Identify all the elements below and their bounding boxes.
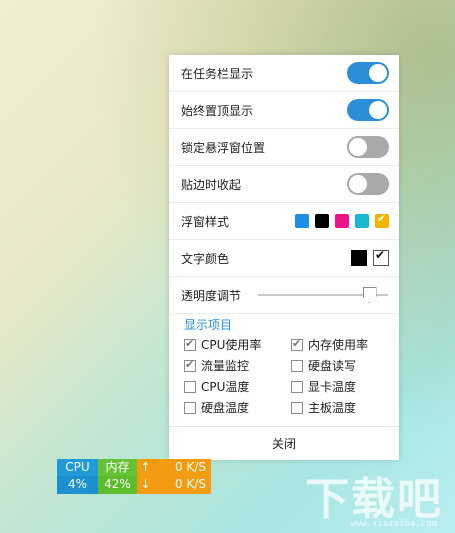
checkbox-box[interactable] <box>291 380 303 393</box>
show-in-taskbar-toggle[interactable] <box>347 62 389 84</box>
setting-row-window-style: 浮窗样式 ✔ <box>169 203 399 240</box>
cpu-value: 4% <box>67 477 88 491</box>
display-item-checkbox[interactable]: 硬盘温度 <box>184 399 249 416</box>
checkbox-label: 内存使用率 <box>308 338 369 352</box>
display-item-checkbox[interactable]: 显卡温度 <box>291 378 356 395</box>
checkbox-box[interactable] <box>291 401 303 414</box>
checkbox-label: 硬盘读写 <box>308 359 357 373</box>
cpu-label: CPU <box>57 459 98 476</box>
style-swatch-1[interactable] <box>315 214 329 228</box>
speed-cell: 0 K/S 0 K/S <box>154 459 211 494</box>
toggle-knob <box>369 64 387 82</box>
arrow-up-icon: ↑ <box>140 460 151 474</box>
checkbox-label: 主板温度 <box>308 401 357 415</box>
text-color-option-0[interactable] <box>351 250 367 266</box>
check-icon: ✔ <box>185 336 195 350</box>
setting-row-text-color: 文字颜色 ✔ <box>169 240 399 277</box>
toggle-knob <box>349 175 367 193</box>
download-speed: 0 K/S <box>175 477 206 491</box>
checkbox-box[interactable] <box>291 359 303 372</box>
setting-row-lock-position: 锁定悬浮窗位置 <box>169 129 399 166</box>
display-item-checkbox[interactable]: ✔ 流量监控 <box>184 357 249 374</box>
checkbox-label: 硬盘温度 <box>201 401 250 415</box>
check-icon: ✔ <box>292 336 302 350</box>
arrow-cell: ↑ ↓ <box>137 459 154 494</box>
checkbox-box[interactable]: ✔ <box>184 336 196 351</box>
checkbox-label: 显卡温度 <box>308 380 357 394</box>
style-swatch-0[interactable] <box>295 214 309 228</box>
display-items-title: 显示项目 <box>184 318 233 332</box>
check-icon: ✔ <box>375 248 386 262</box>
text-color-option-1[interactable]: ✔ <box>373 248 389 266</box>
watermark-logo: 下载吧 <box>305 474 443 525</box>
memory-value: 42% <box>104 477 131 491</box>
window-style-swatches: ✔ <box>295 212 389 228</box>
always-on-top-toggle[interactable] <box>347 99 389 121</box>
display-item-checkbox[interactable]: 硬盘读写 <box>291 357 356 374</box>
checkbox-box[interactable] <box>184 401 196 414</box>
display-item-checkbox[interactable]: ✔ CPU使用率 <box>184 336 261 353</box>
setting-row-opacity: 透明度调节 <box>169 277 399 314</box>
check-icon: ✔ <box>185 357 195 371</box>
display-item-checkbox[interactable]: 主板温度 <box>291 399 356 416</box>
checkbox-box[interactable]: ✔ <box>184 357 196 372</box>
display-item-checkbox[interactable]: CPU温度 <box>184 378 249 395</box>
settings-panel: 在任务栏显示 始终置顶显示 锁定悬浮窗位置 贴边时收起 浮窗样式 ✔ 文字颜色 … <box>169 55 399 460</box>
style-swatch-4[interactable]: ✔ <box>375 212 389 228</box>
setting-row-edge-collapse: 贴边时收起 <box>169 166 399 203</box>
checkbox-box[interactable] <box>184 380 196 393</box>
setting-row-show-in-taskbar: 在任务栏显示 <box>169 55 399 92</box>
checkbox-label: CPU使用率 <box>201 338 262 352</box>
memory-label: 内存 <box>98 459 137 476</box>
setting-row-always-on-top: 始终置顶显示 <box>169 92 399 129</box>
memory-cell: 内存 42% <box>98 459 137 494</box>
check-icon: ✔ <box>377 212 387 225</box>
checkbox-box[interactable]: ✔ <box>291 336 303 351</box>
toggle-knob <box>349 138 367 156</box>
watermark-url: www.xiazaiba.com <box>350 519 437 529</box>
checkbox-label: CPU温度 <box>201 380 250 394</box>
checkbox-label: 流量监控 <box>201 359 250 373</box>
toggle-knob <box>369 101 387 119</box>
style-swatch-3[interactable] <box>355 214 369 228</box>
arrow-down-icon: ↓ <box>140 477 151 491</box>
lock-position-toggle[interactable] <box>347 136 389 158</box>
style-swatch-2[interactable] <box>335 214 349 228</box>
cpu-cell: CPU 4% <box>57 459 98 494</box>
floating-monitor-widget[interactable]: CPU 4% 内存 42% ↑ ↓ 0 K/S 0 K/S <box>57 459 211 494</box>
edge-collapse-toggle[interactable] <box>347 173 389 195</box>
display-item-checkbox[interactable]: ✔ 内存使用率 <box>291 336 368 353</box>
opacity-slider-track[interactable] <box>258 287 388 303</box>
close-button[interactable]: 关闭 <box>169 426 399 461</box>
upload-speed: 0 K/S <box>175 460 206 474</box>
text-color-options: ✔ <box>351 248 389 266</box>
